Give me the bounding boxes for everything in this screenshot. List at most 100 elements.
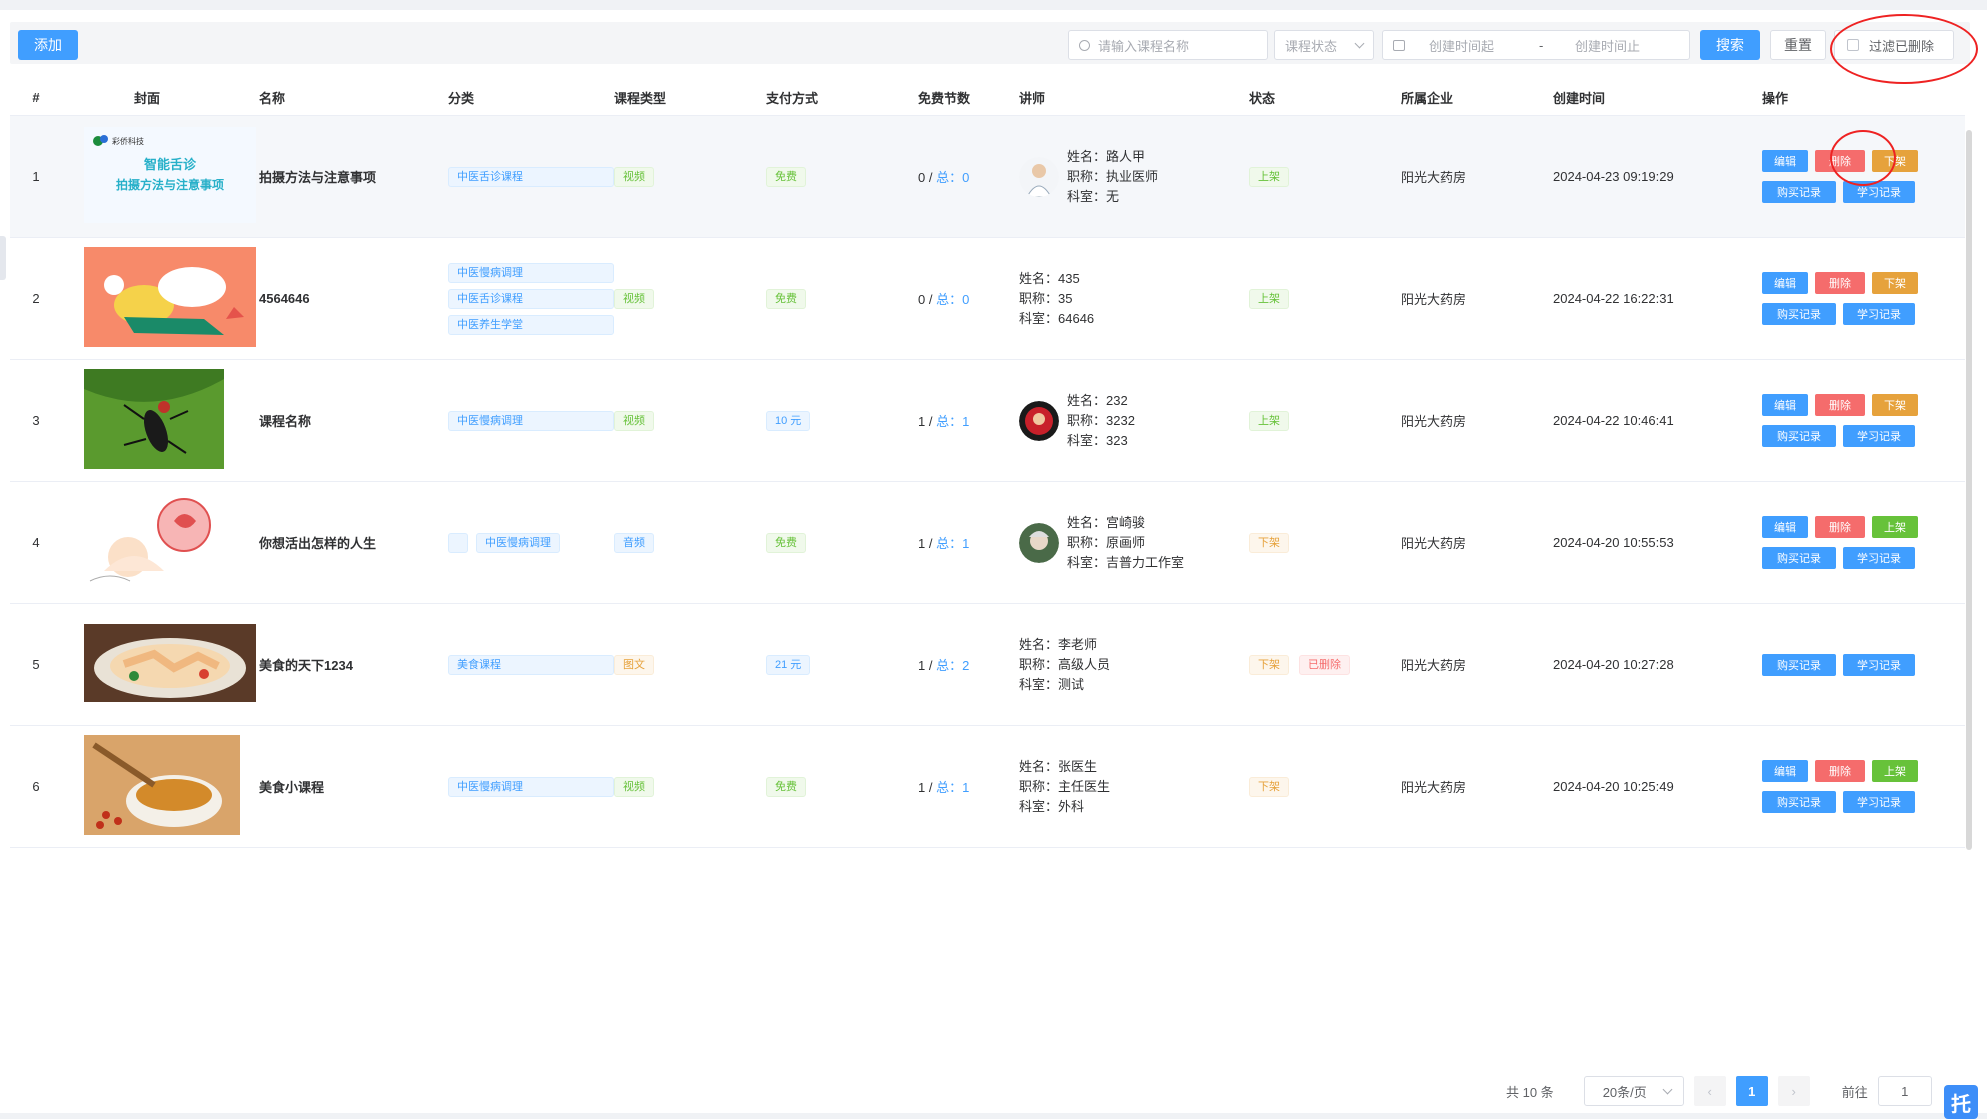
toggle-shelf-button[interactable]: 下架 bbox=[1872, 272, 1918, 294]
course-status-select[interactable]: 课程状态 bbox=[1274, 30, 1374, 60]
sidebar-collapse-handle[interactable] bbox=[0, 236, 6, 280]
pagination-total: 共 10 条 bbox=[1506, 1084, 1554, 1100]
teacher-avatar bbox=[1019, 400, 1059, 441]
column-header: 支付方式 bbox=[766, 91, 819, 106]
edit-button[interactable]: 编辑 bbox=[1762, 516, 1808, 538]
table-row[interactable]: 2 4564646 中医慢病调理 中医舌诊课程 中医养生学堂 视频 免费 0 / 总… bbox=[10, 238, 1965, 360]
purchase-record-button[interactable]: 购买记录 bbox=[1762, 425, 1836, 447]
row-actions: 编辑 删除 下架 购买记录 学习记录 bbox=[1762, 150, 1962, 203]
payment-tag: 21 元 bbox=[766, 654, 811, 675]
category-list: 中医慢病调理 bbox=[448, 410, 614, 431]
toggle-shelf-button[interactable]: 上架 bbox=[1872, 760, 1918, 782]
teacher-name-label: 姓名： bbox=[1019, 636, 1059, 652]
filter-deleted-checkbox[interactable]: 过滤已删除 bbox=[1834, 30, 1954, 60]
column-header: 课程类型 bbox=[614, 91, 667, 106]
free-count: 1 bbox=[918, 780, 926, 795]
date-end-input[interactable]: 创建时间止 bbox=[1575, 36, 1640, 55]
category-tag: 中医慢病调理 bbox=[448, 776, 614, 797]
free-lessons: 1 / 总：1 bbox=[918, 536, 970, 551]
row-actions: 编辑 删除 下架 购买记录 学习记录 bbox=[1762, 272, 1962, 325]
created-time: 2024-04-20 10:25:49 bbox=[1553, 779, 1674, 794]
edit-button[interactable]: 编辑 bbox=[1762, 272, 1808, 294]
course-cover-image: 彩侨科技 智能舌诊 拍摄方法与注意事项 bbox=[62, 127, 259, 226]
table-row[interactable]: 1 彩侨科技 智能舌诊 拍摄方法与注意事项 拍摄方法与注意事项 中医舌诊课程 视频 … bbox=[10, 116, 1965, 238]
vertical-scrollbar[interactable] bbox=[1966, 130, 1972, 850]
column-header: 分类 bbox=[448, 91, 475, 106]
toggle-shelf-button[interactable]: 上架 bbox=[1872, 516, 1918, 538]
reset-button[interactable]: 重置 bbox=[1770, 30, 1826, 60]
delete-button[interactable]: 删除 bbox=[1815, 394, 1865, 416]
free-lessons: 1 / 总：1 bbox=[918, 780, 970, 795]
prev-page-button[interactable]: ‹ bbox=[1693, 1076, 1726, 1106]
table-row[interactable]: 3 课程名称 中医慢病调理 视频 10 元 1 / 总：1 姓名：232 职称：… bbox=[10, 360, 1965, 482]
table-row[interactable]: 4 你想活出怎样的人生 中医慢病调理 音频 免费 1 / 总：1 姓名：宫崎骏 … bbox=[10, 482, 1965, 604]
table-header: # 封面 名称 分类 课程类型 支付方式 免费节数 讲师 状态 所属企业 创建时间 操作 bbox=[10, 80, 1965, 116]
checkbox-box[interactable] bbox=[1847, 39, 1859, 51]
purchase-record-button[interactable]: 购买记录 bbox=[1762, 181, 1836, 203]
learning-record-button[interactable]: 学习记录 bbox=[1843, 303, 1915, 325]
course-cover-image bbox=[62, 247, 259, 350]
learning-record-button[interactable]: 学习记录 bbox=[1843, 547, 1915, 569]
delete-button[interactable]: 删除 bbox=[1815, 516, 1865, 538]
course-type-tag: 视频 bbox=[614, 166, 654, 187]
search-button[interactable]: 搜索 bbox=[1700, 30, 1760, 60]
edit-button[interactable]: 编辑 bbox=[1762, 150, 1808, 172]
teacher-dept-label: 科室： bbox=[1019, 798, 1059, 814]
learning-record-button[interactable]: 学习记录 bbox=[1843, 425, 1915, 447]
date-start-input[interactable]: 创建时间起 bbox=[1429, 36, 1539, 55]
toggle-shelf-button[interactable]: 下架 bbox=[1872, 150, 1918, 172]
course-cover-image bbox=[62, 735, 259, 838]
free-lessons: 0 / 总：0 bbox=[918, 292, 970, 307]
add-button[interactable]: 添加 bbox=[18, 30, 78, 60]
column-header: 封面 bbox=[134, 91, 161, 106]
row-index: 1 bbox=[32, 169, 40, 184]
edit-button[interactable]: 编辑 bbox=[1762, 760, 1808, 782]
row-actions: 编辑 删除 上架 购买记录 学习记录 bbox=[1762, 516, 1962, 569]
created-time: 2024-04-22 10:46:41 bbox=[1553, 413, 1674, 428]
purchase-record-button[interactable]: 购买记录 bbox=[1762, 653, 1836, 676]
teacher-dept: 64646 bbox=[1058, 310, 1095, 326]
created-date-range-picker[interactable]: 创建时间起 - 创建时间止 bbox=[1382, 30, 1690, 60]
learning-record-button[interactable]: 学习记录 bbox=[1843, 791, 1915, 813]
table-row[interactable]: 6 美食小课程 中医慢病调理 视频 免费 1 / 总：1 姓名：张医生 职称：主… bbox=[10, 726, 1965, 848]
page-size-select[interactable]: 20条/页 bbox=[1583, 1076, 1684, 1106]
delete-button[interactable]: 删除 bbox=[1815, 760, 1865, 782]
edit-button[interactable]: 编辑 bbox=[1762, 394, 1808, 416]
status-badge: 下架 bbox=[1249, 532, 1289, 553]
cover-title-text: 拍摄方法与注意事项 bbox=[116, 177, 224, 192]
goto-page-input[interactable]: 1 bbox=[1877, 1076, 1932, 1106]
current-page-button[interactable]: 1 bbox=[1735, 1076, 1768, 1106]
category-tag: 中医舌诊课程 bbox=[448, 166, 614, 187]
table-row[interactable]: 7 2424 图文 免费 1 / 总：1 姓名：24 职称：242 科室：424… bbox=[10, 848, 1965, 850]
delete-button[interactable]: 删除 bbox=[1815, 272, 1865, 294]
table-row[interactable]: 5 美食的天下1234 美食课程 图文 21 元 1 / 总：2 姓名：李老师 … bbox=[10, 604, 1965, 726]
category-tag: 美食课程 bbox=[448, 654, 614, 675]
teacher-title: 主任医生 bbox=[1058, 778, 1111, 794]
table-body: 1 彩侨科技 智能舌诊 拍摄方法与注意事项 拍摄方法与注意事项 中医舌诊课程 视频 … bbox=[10, 116, 1965, 850]
teacher-dept: 外科 bbox=[1058, 798, 1085, 814]
category-list: 中医慢病调理 bbox=[448, 776, 614, 797]
teacher-name: 李老师 bbox=[1058, 636, 1098, 652]
course-type-tag: 图文 bbox=[614, 654, 654, 675]
chevron-down-icon bbox=[1354, 38, 1365, 49]
page-size-value: 20条/页 bbox=[1602, 1084, 1647, 1100]
toggle-shelf-button[interactable]: 下架 bbox=[1872, 394, 1918, 416]
pagination: 共 10 条 20条/页 ‹ 1 › 前往 1 bbox=[1506, 1076, 1932, 1106]
enterprise-name: 阳光大药房 bbox=[1401, 170, 1467, 185]
teacher-dept-label: 科室： bbox=[1067, 554, 1107, 570]
learning-record-button[interactable]: 学习记录 bbox=[1843, 653, 1915, 676]
row-index: 4 bbox=[32, 535, 40, 550]
purchase-record-button[interactable]: 购买记录 bbox=[1762, 303, 1836, 325]
purchase-record-button[interactable]: 购买记录 bbox=[1762, 791, 1836, 813]
next-page-button[interactable]: › bbox=[1777, 1076, 1810, 1106]
total-label: 总： bbox=[936, 536, 963, 551]
course-name-search-input[interactable]: 请输入课程名称 bbox=[1068, 30, 1268, 60]
teacher-title: 原画师 bbox=[1106, 534, 1146, 550]
category-tag bbox=[448, 532, 468, 553]
teacher-title: 35 bbox=[1058, 290, 1073, 306]
delete-button[interactable]: 删除 bbox=[1815, 150, 1865, 172]
category-list: 中医慢病调理 中医舌诊课程 中医养生学堂 bbox=[448, 262, 614, 335]
learning-record-button[interactable]: 学习记录 bbox=[1843, 181, 1915, 203]
purchase-record-button[interactable]: 购买记录 bbox=[1762, 547, 1836, 569]
floating-assistant-button[interactable]: 托 bbox=[1944, 1085, 1978, 1119]
